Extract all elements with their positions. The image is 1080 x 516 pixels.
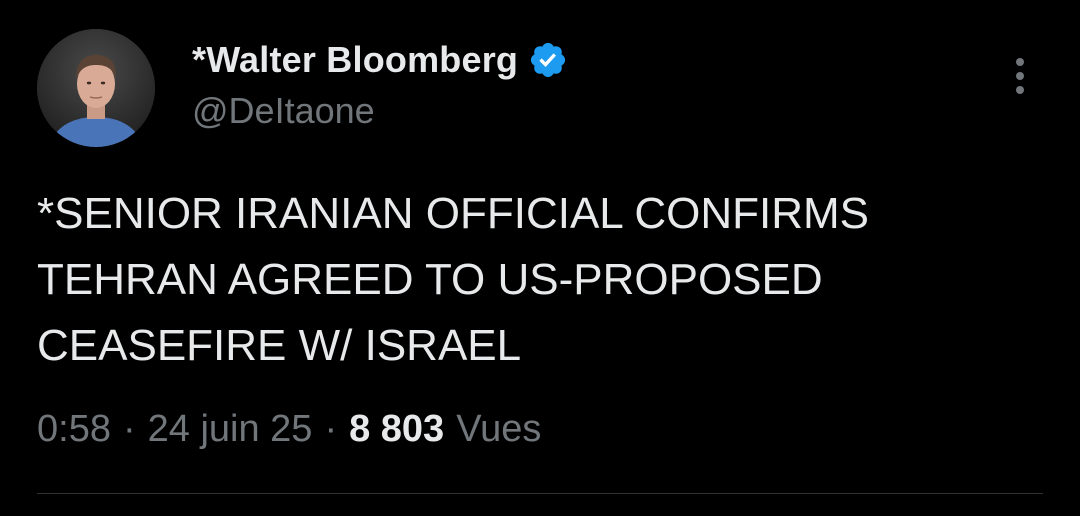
divider [37, 493, 1043, 494]
more-vertical-icon[interactable] [1004, 56, 1036, 100]
tweet-meta: 0:58 · 24 juin 25 · 8 803 Vues [37, 408, 541, 451]
views-label: Vues [456, 408, 542, 450]
avatar-image [37, 29, 155, 147]
tweet-date[interactable]: 24 juin 25 [148, 408, 313, 451]
display-name[interactable]: *Walter Bloomberg [192, 39, 518, 81]
tweet-card[interactable]: *Walter Bloomberg @DeItaone *SENIOR IRAN… [0, 0, 1080, 516]
avatar[interactable] [37, 29, 155, 147]
verified-badge-icon[interactable] [528, 40, 568, 80]
tweet-time[interactable]: 0:58 [37, 408, 111, 451]
handle[interactable]: @DeItaone [192, 90, 375, 132]
separator: · [122, 408, 136, 450]
views-count: 8 803 [349, 408, 445, 450]
display-name-row: *Walter Bloomberg [192, 38, 568, 82]
tweet-text: *SENIOR IRANIAN OFFICIAL CONFIRMS TEHRAN… [37, 189, 870, 370]
separator: · [324, 408, 338, 450]
